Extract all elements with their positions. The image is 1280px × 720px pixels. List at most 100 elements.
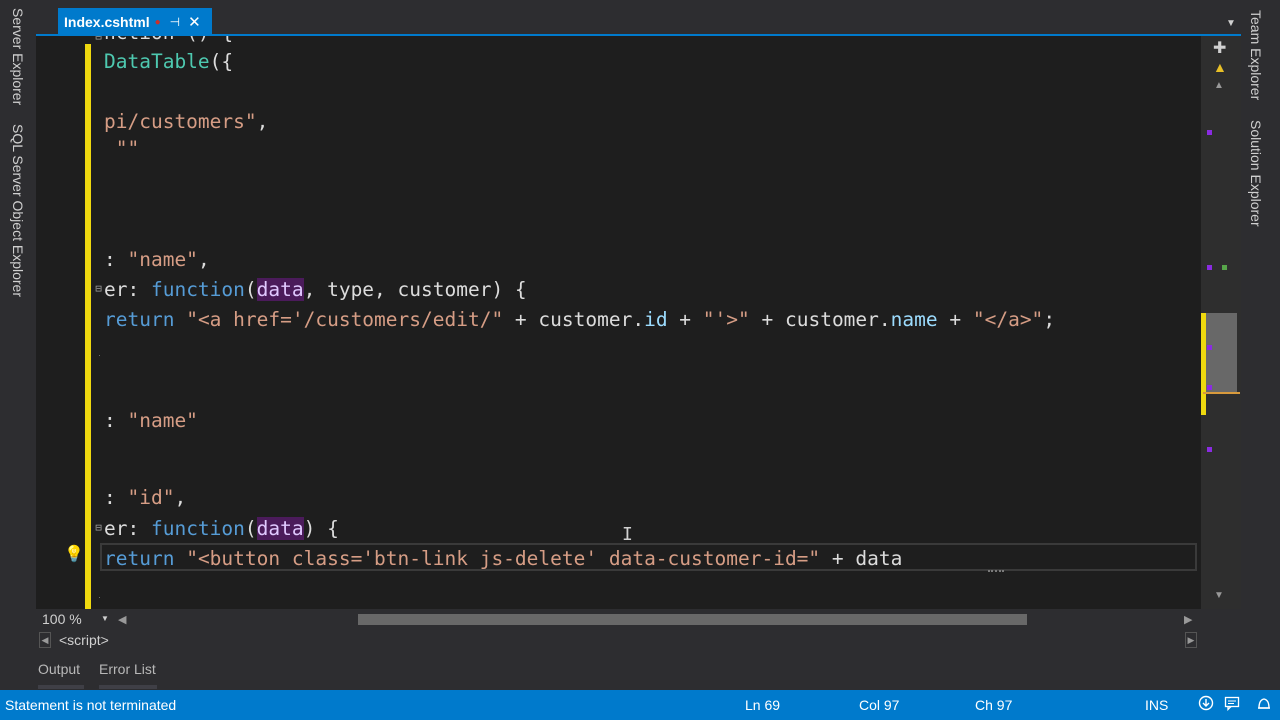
code-token: ({: [209, 50, 234, 73]
code-token: data: [256, 278, 304, 301]
scroll-right-icon[interactable]: ▶: [1184, 613, 1192, 626]
document-tab-title: Index.cshtml: [64, 14, 150, 30]
scroll-marker: [1207, 447, 1212, 452]
status-char: Ch 97: [975, 697, 1013, 713]
code-line: return "<button class='btn-link js-delet…: [104, 544, 902, 574]
code-token: +: [937, 308, 973, 331]
status-insert-mode[interactable]: INS: [1145, 697, 1168, 713]
code-line: return "<a href='/customers/edit/" + cus…: [104, 305, 1055, 335]
scroll-marker: [1207, 130, 1212, 135]
code-line: pi/customers",: [104, 107, 268, 137]
scroll-down-icon[interactable]: ▼: [1214, 590, 1224, 601]
code-line: : "name",: [104, 245, 210, 275]
scope-dropdown[interactable]: <script>: [59, 632, 109, 648]
split-window-icon[interactable]: ✚: [1213, 38, 1226, 58]
nav-scroll-left-icon[interactable]: ◀: [39, 632, 51, 648]
server-explorer-tab[interactable]: Server Explorer: [10, 8, 26, 105]
feedback-icon[interactable]: [1224, 695, 1240, 715]
code-line: : "name": [104, 406, 198, 436]
left-tool-strip: Server Explorer SQL Server Object Explor…: [0, 0, 36, 690]
code-token: return: [104, 547, 175, 570]
status-column: Col 97: [859, 697, 900, 713]
navigation-bar: [36, 630, 1241, 652]
fold-toggle-icon[interactable]: ⊟: [93, 283, 104, 295]
scroll-marker: [1222, 265, 1227, 270]
tab-output[interactable]: Output: [38, 661, 80, 677]
document-tab-well: [36, 0, 1241, 36]
pin-tab-icon[interactable]: ⊣: [170, 15, 180, 29]
bottom-panel-tabs: [0, 652, 1280, 690]
scroll-up-icon[interactable]: ▲: [1214, 80, 1224, 91]
modified-indicator-icon: ●: [154, 16, 161, 28]
scroll-change-indicator: [1201, 313, 1206, 415]
code-token: er: [104, 517, 128, 540]
warning-icon[interactable]: ▲: [1213, 59, 1227, 75]
code-token: :: [104, 486, 128, 509]
notification-icon[interactable]: [1255, 695, 1273, 717]
scroll-marker: [1207, 345, 1212, 350]
solution-explorer-tab[interactable]: Solution Explorer: [1248, 120, 1264, 227]
code-token: + customer.: [749, 308, 891, 331]
code-editor[interactable]: ⊟ ⊟ ⊟ nction () { DataTable({ pi/custome…: [36, 36, 1201, 609]
right-tool-strip: Team Explorer Solution Explorer: [1241, 0, 1280, 690]
code-token: data: [256, 517, 304, 540]
glyph-margin: [36, 36, 88, 609]
code-line: er: function(data) {: [104, 514, 339, 544]
change-tracking-bar: [85, 44, 91, 609]
publish-icon[interactable]: [1198, 695, 1214, 715]
tab-error-list[interactable]: Error List: [99, 661, 156, 677]
document-tab-index-cshtml[interactable]: Index.cshtml ● ⊣ ✕: [58, 8, 212, 36]
caret-position-marker: [1203, 392, 1240, 394]
code-token: "</a>": [972, 308, 1044, 331]
fold-toggle-icon[interactable]: ⊟: [93, 36, 104, 43]
tab-output-underline: [38, 685, 84, 689]
code-token: ,: [174, 486, 187, 509]
code-token: "name": [127, 248, 198, 271]
code-token: :: [127, 278, 151, 301]
code-token: "id": [127, 486, 175, 509]
code-token: pi/customers": [104, 110, 257, 133]
code-token: , type, customer) {: [303, 278, 527, 301]
mouse-ibeam-cursor-icon: I: [622, 524, 633, 545]
code-token: :: [104, 409, 128, 432]
team-explorer-tab[interactable]: Team Explorer: [1248, 10, 1264, 100]
sql-server-object-explorer-tab[interactable]: SQL Server Object Explorer: [10, 124, 26, 297]
code-token: nction () {: [104, 36, 233, 44]
fold-end-marker: [99, 597, 105, 598]
code-token: function: [150, 278, 245, 301]
code-line: DataTable({: [104, 47, 233, 77]
server-explorer-label: Server Explorer: [10, 8, 26, 106]
nav-scroll-right-icon[interactable]: ▶: [1185, 632, 1197, 648]
code-token: id: [644, 308, 668, 331]
vertical-scroll-thumb[interactable]: [1203, 313, 1237, 394]
zoom-dropdown-icon[interactable]: ▼: [101, 614, 109, 623]
code-line: er: function(data, type, customer) {: [104, 275, 527, 305]
code-token: (: [244, 278, 257, 301]
status-message: Statement is not terminated: [5, 697, 177, 713]
code-line: : "id",: [104, 483, 186, 513]
code-token: "<a href='/customers/edit/": [186, 308, 504, 331]
zoom-level-select[interactable]: 100 %: [42, 611, 82, 627]
code-token: "'>": [702, 308, 750, 331]
solution-explorer-label: Solution Explorer: [1248, 120, 1264, 227]
code-line: "": [104, 134, 140, 164]
status-bar: [0, 690, 1280, 720]
scroll-marker: [1207, 385, 1212, 390]
horizontal-scroll-thumb[interactable]: [358, 614, 1027, 625]
status-line: Ln 69: [745, 697, 781, 713]
code-token: return: [104, 308, 175, 331]
code-token: name: [890, 308, 938, 331]
code-token: "<button class='btn-link js-delete' data…: [186, 547, 821, 570]
lightbulb-icon[interactable]: 💡: [64, 544, 84, 564]
tab-list-dropdown-icon[interactable]: ▼: [1226, 18, 1236, 29]
code-token: ;: [1043, 308, 1056, 331]
code-token: :: [127, 517, 151, 540]
code-token: DataTable: [104, 50, 210, 73]
error-squiggle: [988, 566, 1004, 572]
fold-toggle-icon[interactable]: ⊟: [93, 522, 104, 534]
code-token: "": [104, 137, 140, 160]
code-token: "name": [127, 409, 198, 432]
close-tab-icon[interactable]: ✕: [188, 13, 201, 31]
scroll-left-icon[interactable]: ◀: [118, 613, 126, 626]
